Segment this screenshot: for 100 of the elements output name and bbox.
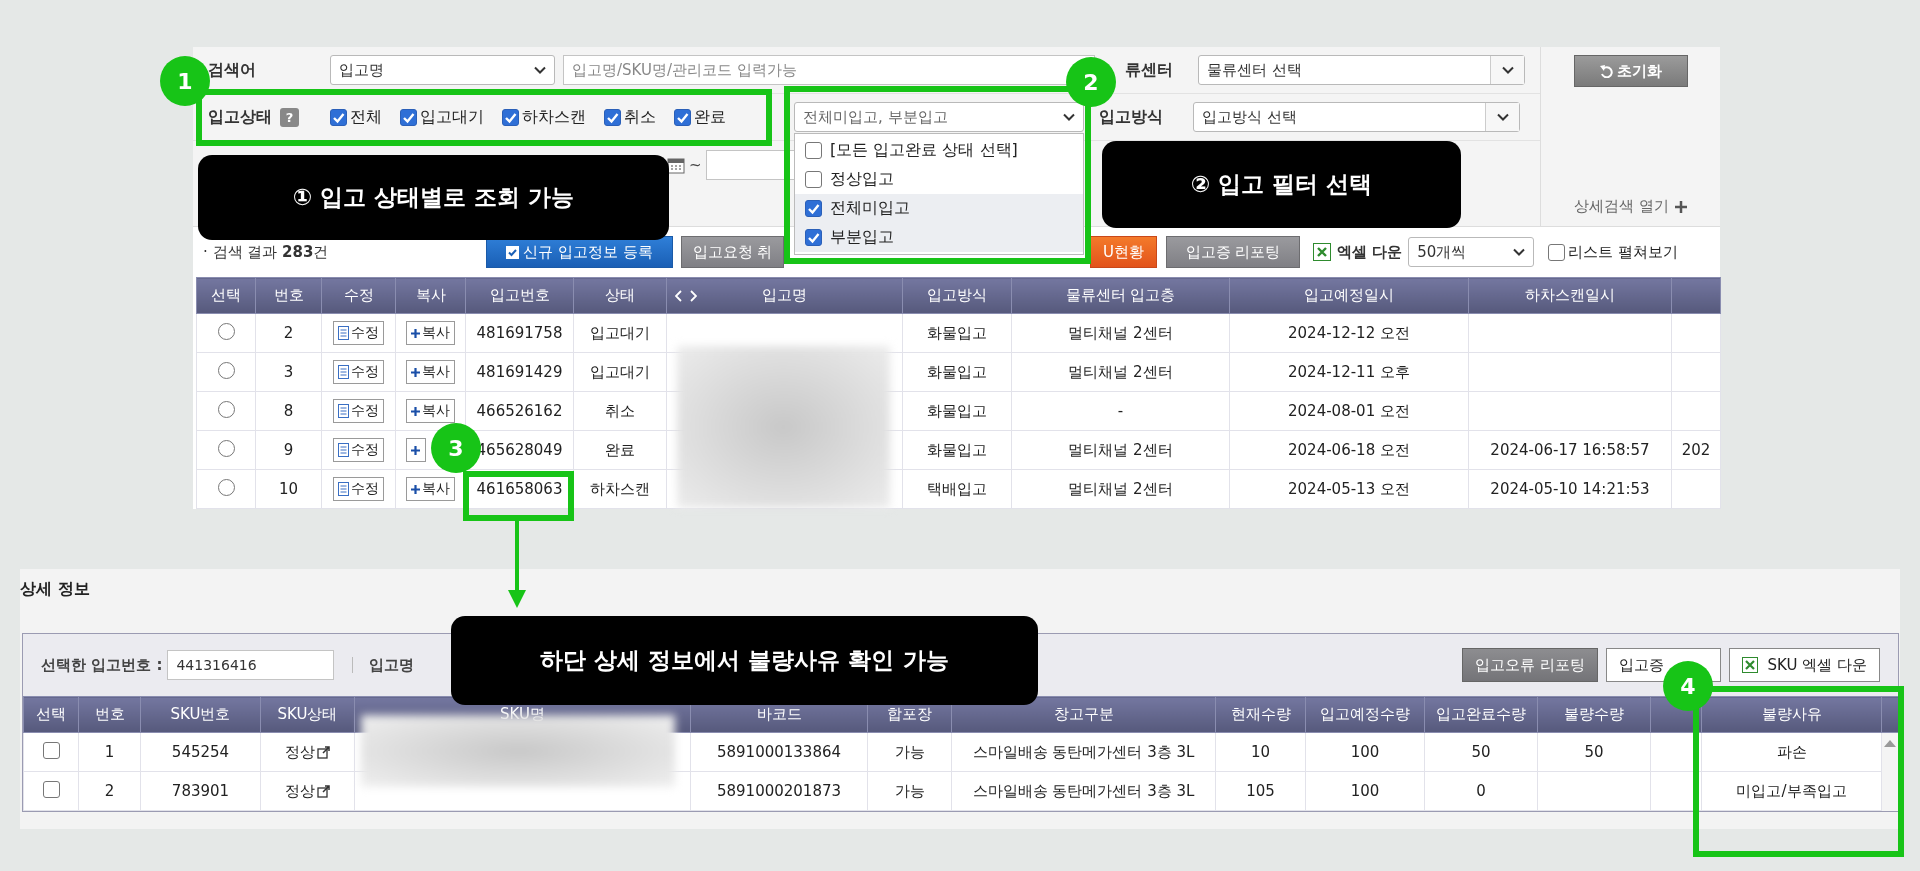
field-label: 입고명: [369, 655, 415, 675]
table-cell: 완료: [605, 440, 635, 459]
column-header: 상태: [605, 286, 635, 304]
table-cell: 481691429: [476, 363, 563, 381]
table-cell: 481691758: [476, 324, 563, 342]
radio-button[interactable]: [217, 322, 235, 340]
callout: ② 입고 필터 선택: [1102, 141, 1461, 228]
table-cell: 멀티채널 2센터: [1068, 479, 1173, 498]
column-header: 입고명: [761, 286, 808, 305]
spreadsheet-icon: [1741, 657, 1758, 673]
checkbox[interactable]: [805, 142, 822, 159]
menu-item[interactable]: 부분입고: [795, 223, 1083, 252]
help-icon[interactable]: ?: [280, 107, 299, 127]
select-field[interactable]: 전체미입고, 부분입고: [794, 102, 1084, 132]
edit-button[interactable]: 수정: [333, 360, 384, 384]
checkbox[interactable]: [502, 108, 519, 126]
calendar-icon[interactable]: [667, 155, 685, 174]
register-icon: [506, 245, 520, 259]
select-field[interactable]: 50개씩: [1408, 237, 1535, 267]
spreadsheet-icon[interactable]: [1313, 243, 1331, 261]
table-cell: 100: [1350, 782, 1380, 800]
chevron-down-icon[interactable]: [1063, 113, 1075, 121]
checkbox-label: 취소: [624, 106, 656, 128]
table-cell: 10: [1250, 743, 1271, 761]
external-link-icon[interactable]: [317, 784, 330, 798]
column-header: 선택: [36, 705, 66, 723]
chevron-down-icon[interactable]: [1501, 66, 1514, 74]
table-cell: 50: [1584, 743, 1604, 761]
table-cell: 멀티채널 2센터: [1068, 440, 1173, 459]
chevron-down-icon[interactable]: [1496, 113, 1509, 121]
radio-button[interactable]: [217, 400, 235, 418]
chevron-down-icon[interactable]: [1513, 248, 1526, 256]
table-cell: 783901: [171, 782, 230, 800]
scroll-up-icon[interactable]: [1884, 739, 1897, 747]
edit-button[interactable]: 수정: [333, 321, 384, 345]
select-field[interactable]: 물류센터 선택: [1198, 55, 1525, 85]
table-cell: 2024-06-17 16:58:57: [1490, 441, 1650, 459]
chevron-down-icon[interactable]: [534, 66, 546, 74]
table-cell: 미입고/부족입고: [1736, 781, 1847, 800]
select-field[interactable]: 입고방식 선택: [1193, 102, 1520, 132]
checkbox[interactable]: [1548, 243, 1566, 261]
checkbox[interactable]: [400, 108, 417, 126]
table-cell: 105: [1246, 782, 1275, 800]
field-label: 입고상태: [208, 106, 272, 128]
plus-icon: [411, 484, 420, 494]
checkbox[interactable]: [805, 171, 822, 188]
table-cell: -: [1117, 402, 1124, 420]
document-icon: [338, 365, 349, 379]
action-button[interactable]: SKU 엑셀 다운: [1728, 648, 1880, 682]
checkbox[interactable]: [805, 229, 822, 246]
edit-button[interactable]: 수정: [333, 399, 384, 423]
radio-button[interactable]: [217, 478, 235, 496]
checkbox[interactable]: [674, 108, 691, 126]
table-cell: 9: [283, 441, 294, 459]
table-cell: 스마일배송 동탄메가센터 3층 3L: [972, 742, 1195, 761]
action-button[interactable]: 입고오류 리포팅: [1461, 648, 1598, 682]
copy-button[interactable]: 복사: [406, 399, 455, 423]
document-icon: [338, 443, 349, 457]
menu-item[interactable]: [모든 입고완료 상태 선택]: [795, 136, 1083, 165]
select-field[interactable]: 입고명: [330, 55, 555, 85]
table-cell: 100: [1350, 743, 1380, 761]
column-header: 합포장: [887, 705, 932, 723]
edit-button[interactable]: 수정: [333, 477, 384, 501]
menu-item[interactable]: 정상입고: [795, 165, 1083, 194]
field-label: 류센터: [1124, 59, 1174, 81]
checkbox[interactable]: [330, 108, 347, 126]
checkbox[interactable]: [805, 200, 822, 217]
plus-icon: [411, 328, 420, 338]
table-cell: 정상: [285, 781, 315, 801]
column-header: 불량수량: [1564, 705, 1624, 723]
copy-button[interactable]: 복사: [406, 321, 455, 345]
callout: ① 입고 상태별로 조회 가능: [198, 155, 669, 240]
excel-download-link[interactable]: 엑셀 다운: [1337, 242, 1403, 262]
external-link-icon[interactable]: [317, 745, 330, 759]
checkbox[interactable]: [42, 780, 60, 798]
table-cell: 2024-08-01 오전: [1288, 401, 1410, 420]
input-field[interactable]: 441316416: [167, 650, 335, 680]
table-cell: 정상: [285, 742, 315, 762]
table-cell: 화물입고: [927, 401, 987, 420]
range-separator: ~: [689, 155, 702, 174]
copy-button[interactable]: 복사: [406, 360, 455, 384]
copy-button[interactable]: [406, 438, 426, 462]
checkbox[interactable]: [604, 108, 621, 126]
check-icon: [402, 110, 415, 124]
edit-button[interactable]: 수정: [333, 438, 384, 462]
undo-icon: [1599, 64, 1613, 78]
radio-button[interactable]: [217, 361, 235, 379]
column-header: 입고예정수량: [1320, 705, 1410, 723]
table-cell: 50: [1471, 743, 1491, 761]
copy-button[interactable]: 복사: [406, 477, 455, 501]
table-cell: 입고대기: [590, 323, 650, 342]
menu-item[interactable]: 전체미입고: [795, 194, 1083, 223]
checkbox[interactable]: [42, 741, 60, 759]
chevrons-icon[interactable]: [675, 289, 697, 302]
table-cell: 2024-12-12 오전: [1288, 323, 1410, 342]
checkbox-label: 입고대기: [420, 106, 484, 128]
column-header: 입고예정일시: [1304, 286, 1394, 304]
table-cell: 1: [104, 743, 115, 761]
radio-button[interactable]: [217, 439, 235, 457]
toggle-link[interactable]: 상세검색 열기: [1574, 197, 1687, 216]
